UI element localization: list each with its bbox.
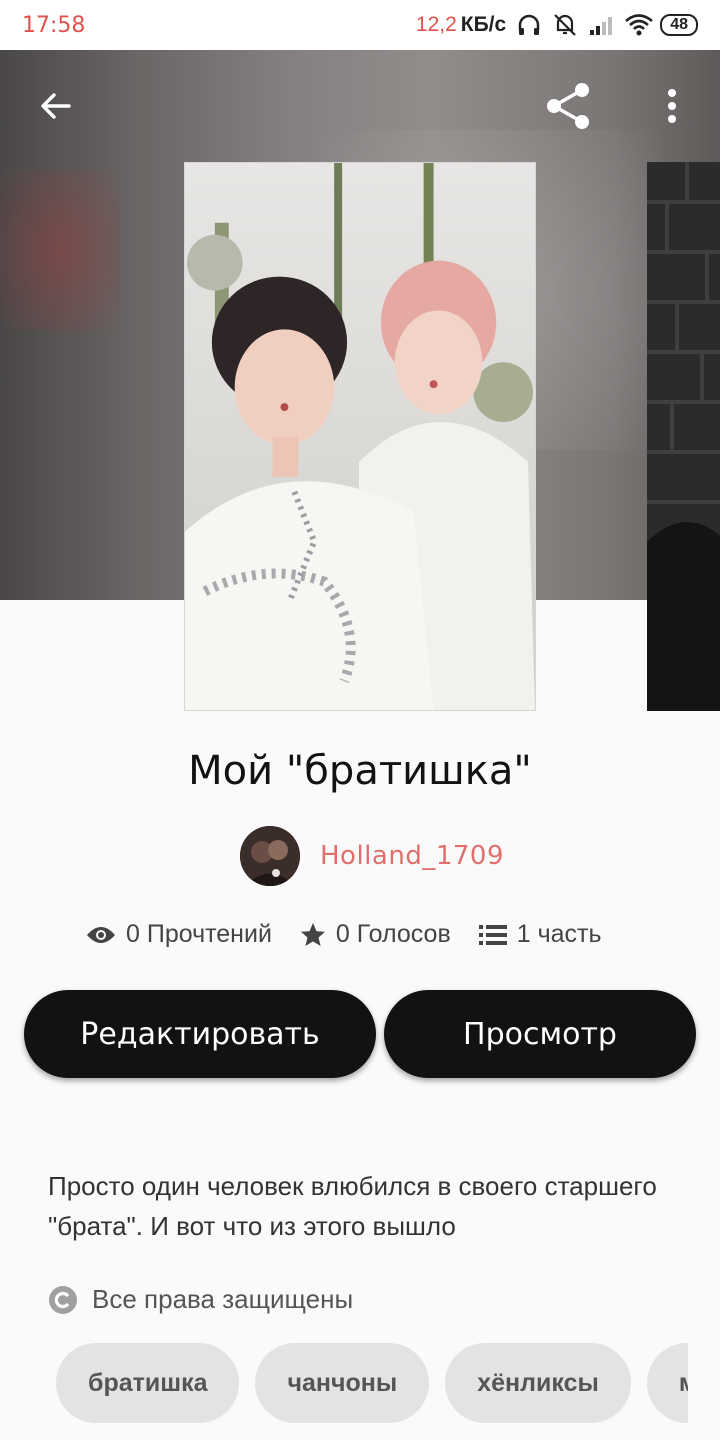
- eye-icon: [87, 926, 115, 943]
- headphones-icon: [516, 12, 542, 38]
- votes-count: 0 Голосов: [335, 920, 451, 948]
- status-icons: 12,2 КБ/с 48: [416, 12, 698, 38]
- signal-icon: [588, 12, 614, 38]
- share-button[interactable]: [540, 78, 596, 134]
- share-icon: [547, 83, 589, 129]
- status-bar: 17:58 12,2 КБ/с 48: [0, 0, 720, 50]
- story-stats: 0 Прочтений 0 Голосов 1 часть: [86, 920, 602, 949]
- battery-indicator: 48: [660, 14, 698, 36]
- star-icon: [300, 922, 325, 946]
- status-time: 17:58: [22, 12, 86, 38]
- parts-count: 1 часть: [516, 920, 602, 948]
- tag-chip[interactable]: м: [646, 1343, 688, 1423]
- reads-count: 0 Прочтений: [126, 920, 272, 948]
- arrow-left-icon: [41, 93, 71, 119]
- parts-stat: 1 часть: [478, 920, 602, 949]
- back-button[interactable]: [28, 78, 84, 134]
- author-row[interactable]: Holland_1709: [240, 826, 504, 886]
- story-description: Просто один человек влюбился в своего ст…: [48, 1171, 657, 1241]
- author-avatar[interactable]: [240, 826, 300, 886]
- next-book-cover[interactable]: [647, 162, 720, 711]
- tags-row: братишка чанчоны хёнликсы м: [56, 1343, 688, 1423]
- more-options-button[interactable]: [644, 78, 700, 134]
- reads-stat: 0 Прочтений: [86, 920, 272, 949]
- hero-blur-left: [0, 170, 120, 330]
- mute-bell-icon: [552, 12, 578, 38]
- copyright-row: Все права защищены: [48, 1284, 353, 1315]
- votes-stat: 0 Голосов: [300, 920, 451, 949]
- tags-list: братишка чанчоны хёнликсы м: [56, 1343, 688, 1423]
- more-vertical-icon: [668, 89, 676, 123]
- copyright-icon: [49, 1285, 77, 1314]
- tag-chip[interactable]: братишка: [56, 1343, 240, 1423]
- wifi-icon: [624, 12, 654, 38]
- network-speed-value: 12,2: [415, 13, 457, 36]
- cover-image: [185, 163, 535, 710]
- tag-chip[interactable]: хёнликсы: [445, 1343, 631, 1423]
- network-speed: 12,2 КБ/с: [416, 13, 506, 37]
- copyright-label: Все права защищены: [92, 1284, 354, 1314]
- network-speed-unit: КБ/с: [460, 13, 507, 36]
- view-button[interactable]: Просмотр: [384, 990, 696, 1078]
- edit-button[interactable]: Редактировать: [24, 990, 376, 1078]
- next-cover-image: [647, 162, 720, 711]
- list-icon: [478, 924, 507, 945]
- story-title: Мой "братишка": [188, 748, 532, 794]
- tag-chip[interactable]: чанчоны: [255, 1343, 430, 1423]
- book-cover[interactable]: [184, 162, 536, 711]
- author-name[interactable]: Holland_1709: [320, 841, 504, 871]
